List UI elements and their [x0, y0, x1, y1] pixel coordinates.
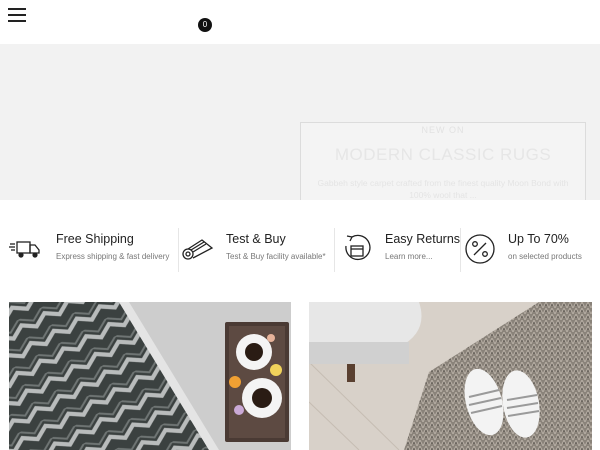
product-tile-geometric-rug[interactable]	[9, 302, 291, 450]
feature-divider	[334, 228, 335, 272]
feature-title: Test & Buy	[226, 232, 286, 246]
feature-strip: Free Shipping Express shipping & fast de…	[0, 200, 600, 300]
feature-title: Easy Returns	[385, 232, 461, 246]
delivery-truck-icon	[9, 241, 40, 258]
site-header: 0	[0, 0, 600, 44]
geometric-rug-photo	[9, 302, 291, 450]
feature-subtitle: on selected products	[508, 252, 582, 261]
feature-title: Free Shipping	[56, 232, 134, 246]
return-box-icon	[345, 234, 371, 261]
feature-divider	[178, 228, 179, 272]
hero-kicker: NEW ON	[421, 125, 465, 135]
feature-easy-returns: Easy Returns Learn more...	[340, 228, 460, 272]
feature-subtitle: Learn more...	[385, 252, 433, 261]
feature-discount: Up To 70% on selected products	[463, 228, 593, 272]
hero-title[interactable]: MODERN CLASSIC RUGS	[301, 145, 585, 165]
hero-text-box: NEW ON MODERN CLASSIC RUGS Gabbeh style …	[300, 122, 586, 200]
feature-free-shipping: Free Shipping Express shipping & fast de…	[8, 228, 178, 272]
feature-subtitle: Test & Buy facility available*	[226, 252, 326, 261]
hero-banner: NEW ON MODERN CLASSIC RUGS Gabbeh style …	[0, 44, 600, 200]
feature-subtitle: Express shipping & fast delivery	[56, 252, 170, 261]
shag-rug-photo	[309, 302, 592, 450]
product-tile-shag-rug[interactable]	[309, 302, 592, 450]
hamburger-menu-icon[interactable]	[8, 8, 28, 24]
cart-count-badge[interactable]: 0	[198, 18, 212, 32]
feature-test-buy: Test & Buy Test & Buy facility available…	[180, 228, 340, 272]
hero-description: Gabbeh style carpet crafted from the fin…	[317, 178, 569, 200]
percent-badge-icon	[465, 234, 495, 264]
feature-divider	[460, 228, 461, 272]
rolled-rug-icon	[182, 239, 214, 260]
feature-title: Up To 70%	[508, 232, 569, 246]
